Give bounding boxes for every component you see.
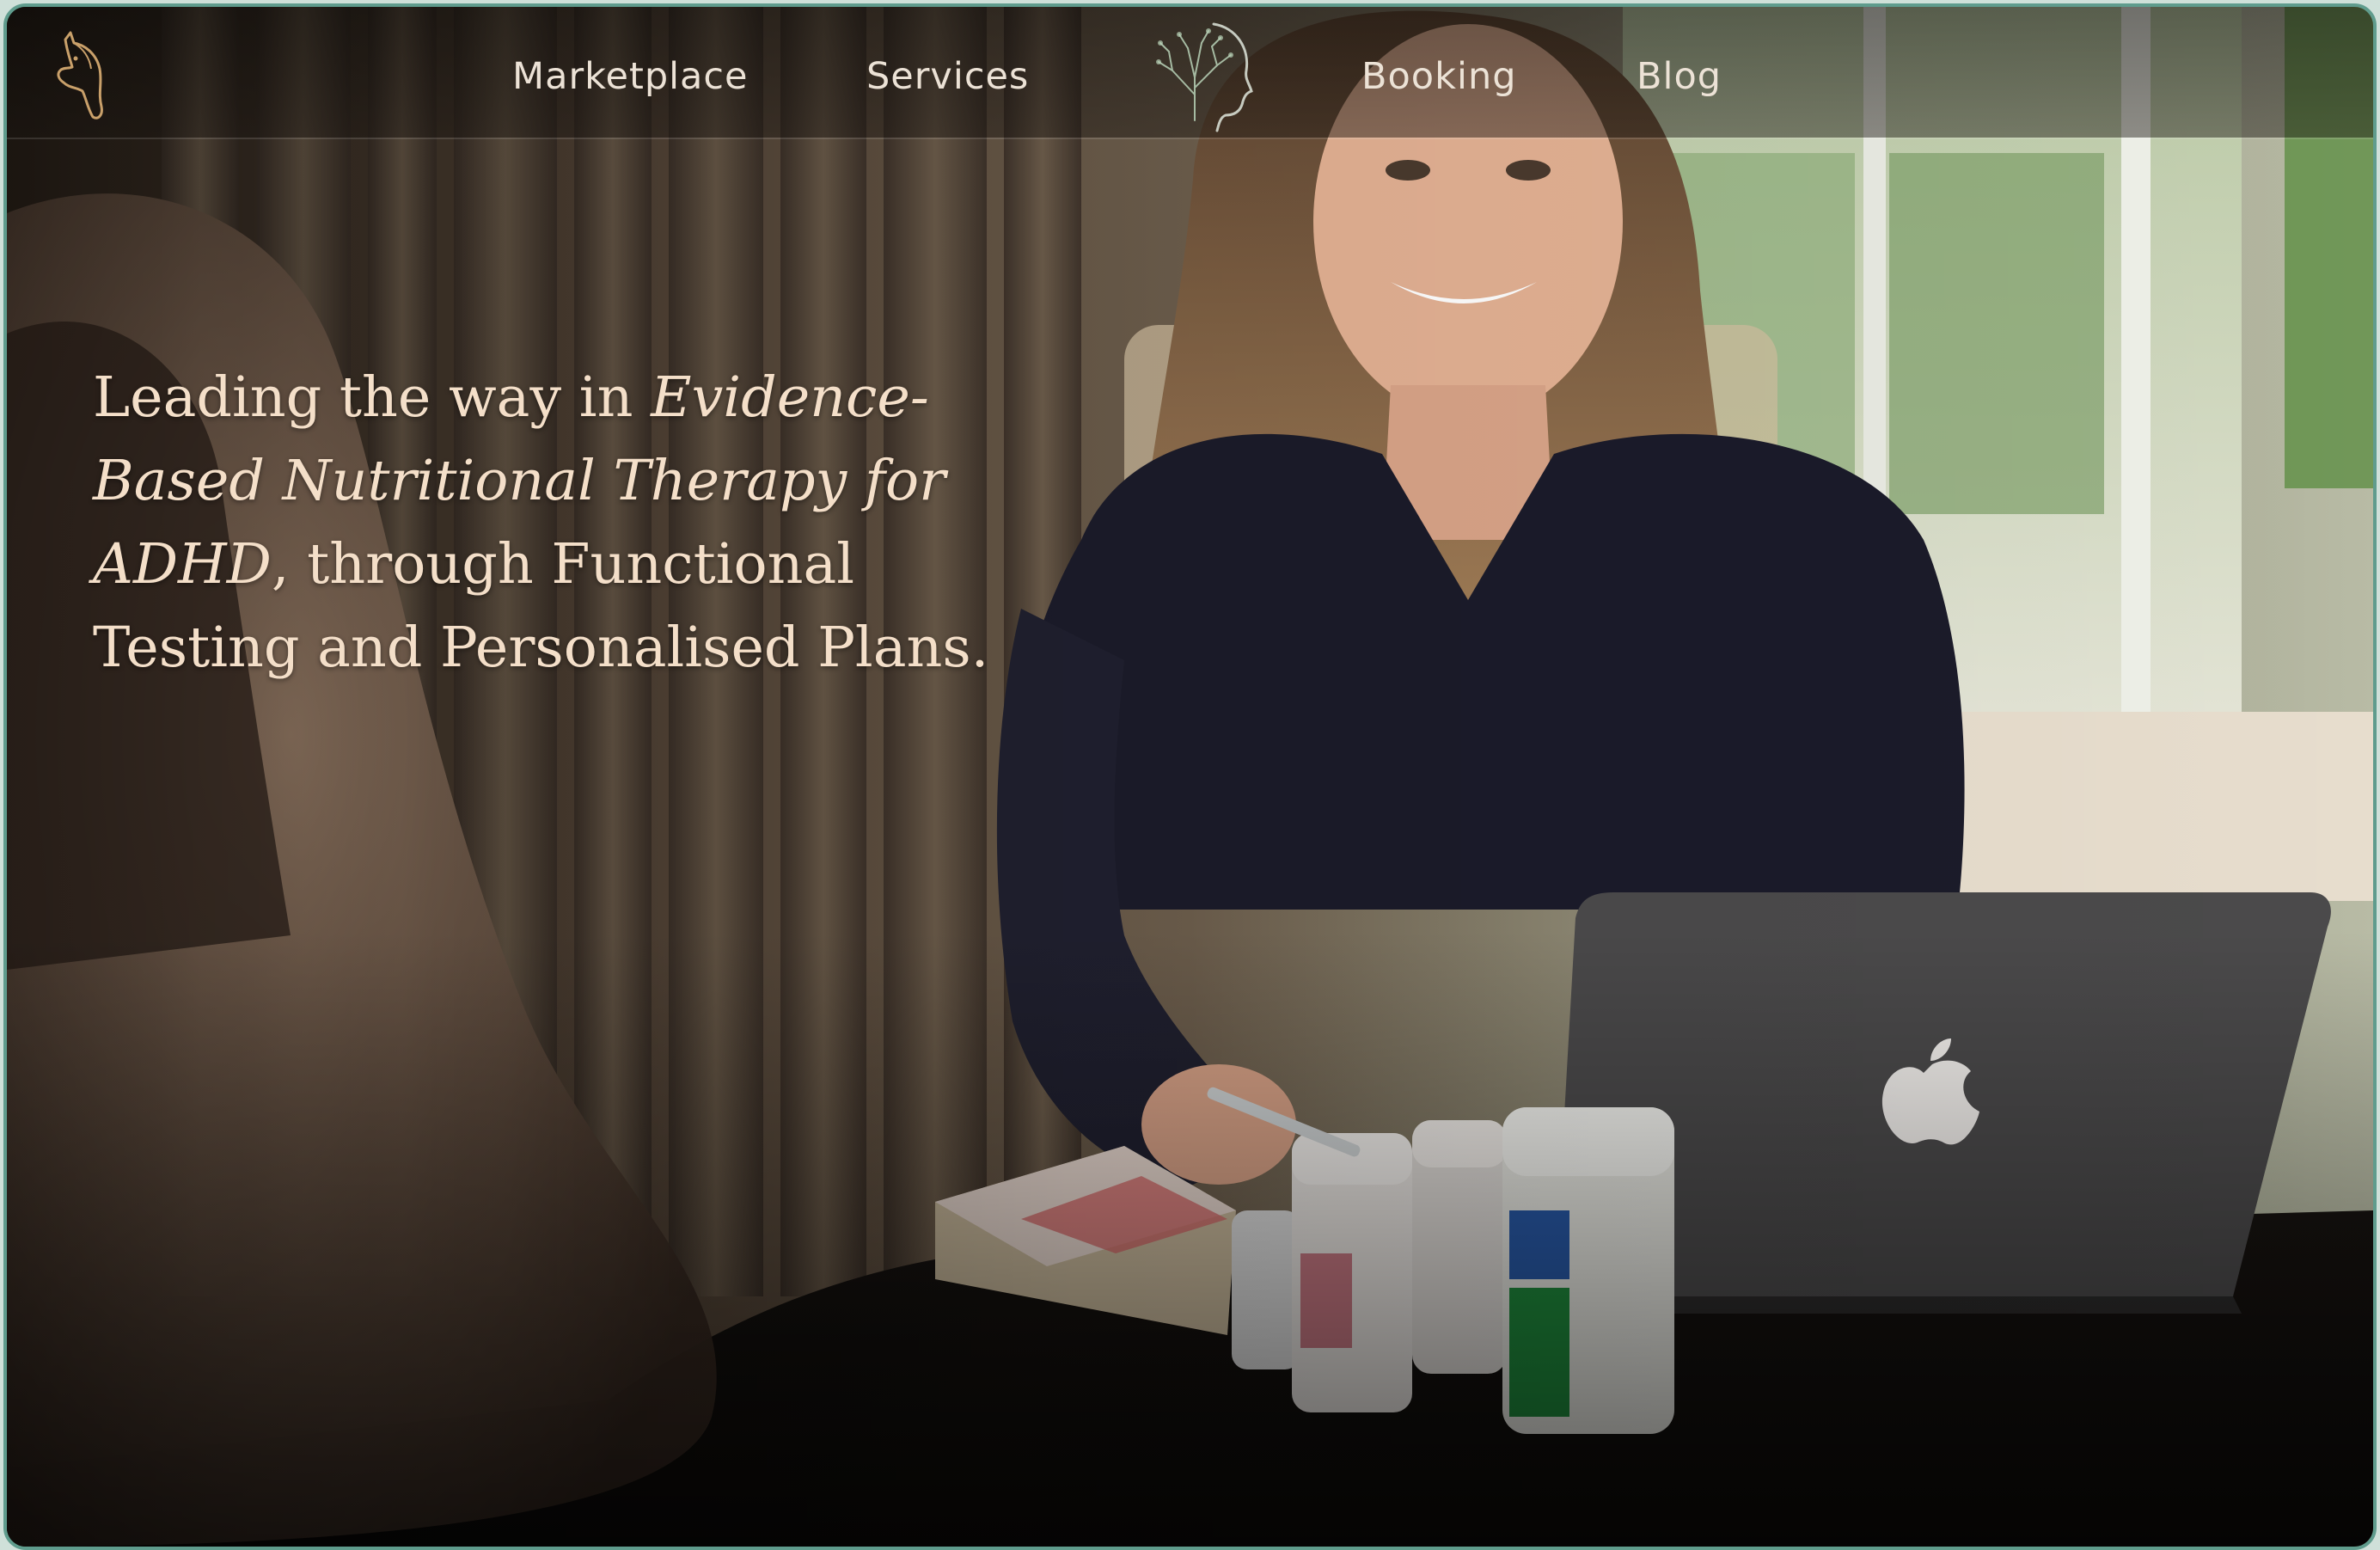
- nav-link-booking[interactable]: Booking: [1361, 46, 1517, 107]
- page-frame: Marketplace Services Booking Blog Leadin…: [3, 3, 2377, 1550]
- hero-background-photo: [7, 7, 2373, 1547]
- nav-link-blog[interactable]: Blog: [1637, 46, 1722, 107]
- hero-headline-text-start: Leading the way in: [93, 365, 652, 430]
- tree-head-silhouette-icon[interactable]: [1135, 17, 1255, 132]
- nav-link-marketplace[interactable]: Marketplace: [512, 46, 749, 107]
- horse-head-icon[interactable]: [48, 31, 110, 124]
- navbar-divider: [7, 138, 2373, 139]
- hero-headline: Leading the way in Evidence-Based Nutrit…: [93, 356, 1055, 689]
- nav-link-services[interactable]: Services: [866, 46, 1029, 107]
